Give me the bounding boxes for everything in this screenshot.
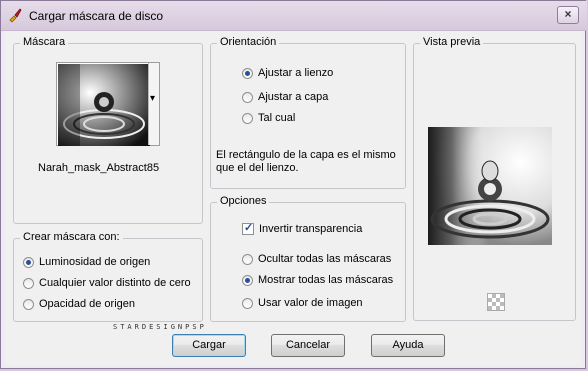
radio-source-opacity-label: Opacidad de origen bbox=[39, 298, 136, 310]
preview-group-title: Vista previa bbox=[420, 36, 484, 48]
orientation-group-title: Orientación bbox=[217, 36, 280, 48]
radio-hide-all-masks-label: Ocultar todas las máscaras bbox=[258, 253, 392, 265]
radio-use-image-value[interactable]: Usar valor de imagen bbox=[242, 297, 363, 309]
radio-fit-canvas-dot[interactable] bbox=[242, 67, 253, 79]
options-group-title: Opciones bbox=[217, 195, 270, 207]
dialog-body: Máscara ▾ Narah_mask_Abstract85 Orientac… bbox=[5, 31, 581, 365]
mask-group: Máscara ▾ Narah_mask_Abstract85 bbox=[13, 36, 203, 224]
help-button[interactable]: Ayuda bbox=[371, 334, 445, 357]
radio-show-all-masks-dot[interactable] bbox=[242, 274, 253, 286]
radio-source-luminance[interactable]: Luminosidad de origen bbox=[23, 256, 150, 268]
radio-fit-layer[interactable]: Ajustar a capa bbox=[242, 91, 328, 103]
radio-source-opacity-dot[interactable] bbox=[23, 298, 34, 310]
orientation-description: El rectángulo de la capa es el mismo que… bbox=[216, 149, 396, 174]
radio-fit-layer-dot[interactable] bbox=[242, 91, 253, 103]
radio-fit-canvas-label: Ajustar a lienzo bbox=[258, 67, 334, 79]
radio-use-image-value-label: Usar valor de imagen bbox=[258, 297, 363, 309]
invert-transparency-checkbox[interactable]: Invertir transparencia bbox=[242, 221, 363, 235]
radio-show-all-masks[interactable]: Mostrar todas las máscaras bbox=[242, 274, 393, 286]
radio-source-luminance-dot[interactable] bbox=[23, 256, 34, 268]
checkerboard-icon bbox=[487, 293, 505, 311]
mask-preview-image bbox=[58, 64, 150, 146]
invert-transparency-label: Invertir transparencia bbox=[259, 223, 363, 235]
preview-image bbox=[428, 127, 552, 245]
chevron-down-icon: ▾ bbox=[150, 93, 156, 104]
radio-show-all-masks-label: Mostrar todas las máscaras bbox=[258, 274, 394, 286]
mask-name-label: Narah_mask_Abstract85 bbox=[38, 162, 160, 174]
mask-group-title: Máscara bbox=[20, 36, 69, 48]
radio-source-luminance-label: Luminosidad de origen bbox=[39, 256, 151, 268]
radio-any-nonzero-dot[interactable] bbox=[23, 277, 34, 289]
paint-brush-icon bbox=[9, 8, 22, 23]
mask-dropdown-button[interactable]: ▾ bbox=[148, 63, 159, 145]
orientation-group: Orientación Ajustar a lienzo Ajustar a c… bbox=[210, 36, 406, 189]
title-bar[interactable]: Cargar máscara de disco × bbox=[1, 1, 587, 31]
create-mask-group: Crear máscara con: Luminosidad de origen… bbox=[13, 231, 203, 322]
radio-fit-layer-label: Ajustar a capa bbox=[258, 91, 329, 103]
mask-thumbnail[interactable]: ▾ bbox=[56, 62, 160, 146]
radio-as-is-dot[interactable] bbox=[242, 112, 253, 124]
radio-source-opacity[interactable]: Opacidad de origen bbox=[23, 298, 135, 310]
radio-hide-all-masks-dot[interactable] bbox=[242, 253, 253, 265]
radio-as-is-label: Tal cual bbox=[258, 112, 296, 124]
dialog-window: Cargar máscara de disco × Máscara ▾ Nara… bbox=[0, 0, 587, 369]
radio-hide-all-masks[interactable]: Ocultar todas las máscaras bbox=[242, 253, 391, 265]
radio-as-is[interactable]: Tal cual bbox=[242, 112, 295, 124]
radio-any-nonzero[interactable]: Cualquier valor distinto de cero bbox=[23, 277, 191, 289]
watermark-text: STARDESIGNPSP bbox=[113, 323, 207, 331]
radio-fit-canvas[interactable]: Ajustar a lienzo bbox=[242, 67, 333, 79]
radio-any-nonzero-label: Cualquier valor distinto de cero bbox=[39, 277, 191, 289]
options-group: Opciones Invertir transparencia Ocultar … bbox=[210, 195, 406, 322]
close-icon: × bbox=[564, 7, 572, 21]
load-button[interactable]: Cargar bbox=[172, 334, 246, 357]
radio-use-image-value-dot[interactable] bbox=[242, 297, 253, 309]
create-mask-group-title: Crear máscara con: bbox=[20, 231, 123, 243]
cancel-button[interactable]: Cancelar bbox=[271, 334, 345, 357]
preview-group: Vista previa bbox=[413, 36, 576, 321]
close-button[interactable]: × bbox=[557, 6, 579, 24]
invert-transparency-box[interactable] bbox=[242, 221, 254, 235]
window-title: Cargar máscara de disco bbox=[29, 9, 164, 23]
